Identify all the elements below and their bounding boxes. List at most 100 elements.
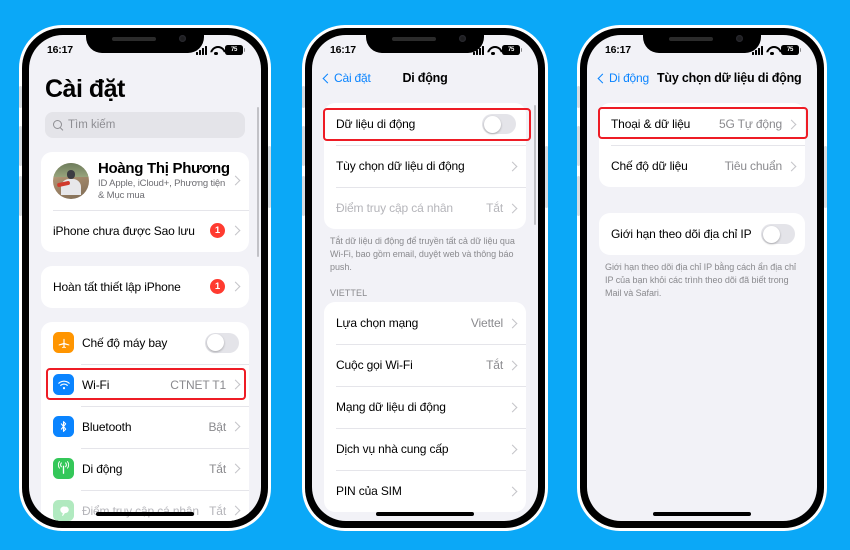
carrier-group: Lựa chọn mạng Viettel Cuộc gọi Wi-Fi Tắt Mạn… — [324, 302, 526, 513]
home-indicator[interactable] — [376, 512, 474, 516]
front-camera — [459, 35, 466, 42]
row-value: Viettel — [470, 316, 503, 331]
wifi-icon — [210, 46, 222, 55]
privacy-group: Giới hạn theo dõi địa chỉ IP — [599, 213, 805, 255]
row-label: Dữ liệu di động — [336, 117, 416, 131]
scrollbar[interactable] — [256, 107, 259, 257]
list-item[interactable]: Cuộc gọi Wi-Fi Tắt — [324, 344, 526, 386]
carrier-section-header: VIETTEL — [330, 288, 368, 299]
scrollbar[interactable] — [533, 105, 536, 225]
volume-up-button[interactable] — [302, 126, 305, 166]
list-item[interactable]: Chế độ máy bay — [41, 322, 249, 364]
list-item[interactable]: Giới hạn theo dõi địa chỉ IP — [599, 213, 805, 255]
chevron-right-icon — [507, 444, 518, 455]
chevron-right-icon — [507, 161, 518, 171]
list-item[interactable]: Điểm truy cập cá nhân Tắt — [41, 489, 249, 521]
row-value: CTNET T1 — [170, 377, 226, 392]
search-input[interactable]: Tìm kiếm — [45, 112, 245, 138]
row-label: Chế độ máy bay — [82, 335, 168, 350]
chevron-right-icon — [230, 225, 241, 236]
power-button[interactable] — [268, 146, 271, 208]
toggle-switch[interactable] — [761, 224, 795, 244]
silent-switch[interactable] — [302, 86, 305, 108]
list-item[interactable]: Di động Tắt — [41, 447, 249, 490]
list-item[interactable]: Dữ liệu di động — [324, 103, 526, 145]
list-item[interactable]: Thoại & dữ liệu 5G Tự động — [599, 103, 805, 145]
row-label: Wi-Fi — [82, 377, 110, 392]
list-item[interactable]: Mạng dữ liệu di động — [324, 386, 526, 428]
connectivity-group: Chế độ máy bay Wi-Fi CTNET T1 Bluetooth Bật D… — [41, 321, 249, 521]
airplane-icon — [53, 332, 74, 354]
status-indicators: 75 — [752, 45, 802, 55]
profile-name: Hoàng Thị Phương — [98, 160, 230, 177]
backup-row[interactable]: iPhone chưa được Sao lưu 1 — [41, 209, 249, 252]
list-item[interactable]: Bluetooth Bật — [41, 405, 249, 448]
silent-switch[interactable] — [577, 86, 580, 108]
navigation-bar: Cài đặt Di động — [312, 65, 538, 91]
list-item[interactable]: Lựa chọn mạng Viettel — [324, 302, 526, 344]
chevron-right-icon — [786, 119, 797, 129]
row-value: Tắt — [209, 461, 226, 476]
earpiece-speaker — [112, 37, 156, 41]
home-indicator[interactable] — [96, 512, 194, 516]
list-item[interactable]: PIN của SIM — [324, 470, 526, 512]
home-indicator[interactable] — [653, 512, 751, 516]
row-label: Giới hạn theo dõi địa chỉ IP — [611, 227, 752, 241]
chevron-right-icon — [507, 203, 518, 213]
cellular-footnote: Tắt dữ liệu di động để truyền tất cả dữ … — [330, 236, 515, 273]
row-value: 5G Tự động — [718, 117, 782, 131]
data-options-group: Thoại & dữ liệu 5G Tự động Chế độ dữ liệu T… — [599, 103, 805, 187]
battery-level: 75 — [230, 47, 238, 53]
apple-id-row[interactable]: Hoàng Thị Phương ID Apple, iCloud+, Phươ… — [41, 152, 249, 210]
account-group: Hoàng Thị Phương ID Apple, iCloud+, Phươ… — [41, 152, 249, 252]
chevron-right-icon — [507, 318, 518, 329]
volume-down-button[interactable] — [302, 176, 305, 216]
battery-icon: 75 — [502, 45, 523, 55]
list-item[interactable]: Tùy chọn dữ liệu di động — [324, 145, 526, 187]
phone-2: 16:17 75 Cài đặt Di động Dữ liệu di động… — [302, 28, 548, 528]
finish-setup-row[interactable]: Hoàn tất thiết lập iPhone 1 — [41, 266, 249, 308]
status-time: 16:17 — [605, 44, 631, 56]
status-time: 16:17 — [330, 44, 356, 56]
page-title: Cài đặt — [45, 75, 125, 103]
list-item[interactable]: Dịch vụ nhà cung cấp — [324, 428, 526, 470]
wifi-icon — [487, 46, 499, 55]
toggle-switch[interactable] — [205, 332, 239, 353]
volume-up-button[interactable] — [577, 126, 580, 166]
volume-down-button[interactable] — [577, 176, 580, 216]
back-label: Di động — [609, 71, 649, 85]
volume-down-button[interactable] — [19, 176, 22, 216]
silent-switch[interactable] — [19, 86, 22, 108]
nav-title: Tùy chọn dữ liệu di động — [656, 71, 802, 85]
setup-group: Hoàn tất thiết lập iPhone 1 — [41, 265, 249, 308]
settings-content: Cài đặt Tìm kiếm Hoàng Thị Phương ID App… — [29, 65, 261, 521]
cellular-main-group: Dữ liệu di động Tùy chọn dữ liệu di động Đ… — [324, 103, 526, 229]
earpiece-speaker — [392, 37, 436, 41]
list-item[interactable]: Điểm truy cập cá nhân Tắt — [324, 187, 526, 229]
row-label: Cuộc gọi Wi-Fi — [336, 358, 413, 373]
notch — [643, 35, 761, 53]
chevron-right-icon — [230, 505, 241, 516]
notch — [366, 35, 484, 53]
chevron-right-icon — [230, 281, 241, 292]
screenshot-stage: 16:17 75 Cài đặt Tìm kiếm Hoàng Thị Phươ… — [0, 0, 850, 550]
phone-1: 16:17 75 Cài đặt Tìm kiếm Hoàng Thị Phươ… — [19, 28, 271, 528]
list-item[interactable]: Wi-Fi CTNET T1 — [41, 363, 249, 406]
volume-up-button[interactable] — [19, 126, 22, 166]
phone-3: 16:17 75 Di động Tùy chọn dữ liệu di độn… — [577, 28, 827, 528]
search-icon — [53, 120, 63, 130]
cellular-content: Cài đặt Di động Dữ liệu di động Tùy chọn … — [312, 65, 538, 521]
back-button[interactable]: Di động — [597, 71, 649, 85]
profile-subtitle: ID Apple, iCloud+, Phương tiện & Mục mua — [98, 178, 226, 201]
power-button[interactable] — [545, 146, 548, 208]
wifi-icon — [766, 46, 778, 55]
phone-2-screen: 16:17 75 Cài đặt Di động Dữ liệu di động… — [312, 35, 538, 521]
bluetooth-icon — [53, 416, 74, 438]
row-value: Tắt — [486, 358, 503, 373]
row-label: Di động — [82, 461, 123, 476]
power-button[interactable] — [824, 146, 827, 208]
phone-3-screen: 16:17 75 Di động Tùy chọn dữ liệu di độn… — [587, 35, 817, 521]
nav-title: Di động — [402, 71, 448, 85]
toggle-switch[interactable] — [482, 114, 516, 134]
list-item[interactable]: Chế độ dữ liệu Tiêu chuẩn — [599, 145, 805, 187]
